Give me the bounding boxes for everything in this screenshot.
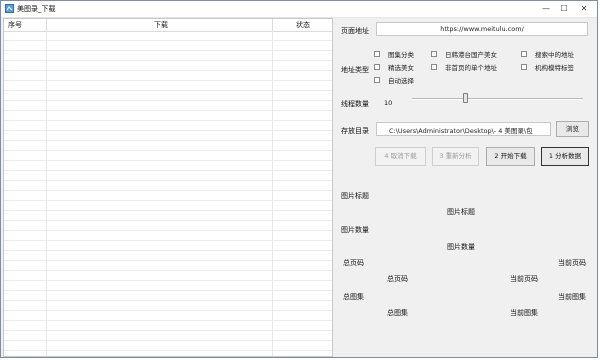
image-title-label: 图片标题 — [341, 192, 369, 200]
column-header-status[interactable]: 状态 — [296, 20, 310, 30]
app-window: 美图录_下载 — ☐ ✕ 序号 下载 状态 页面地址 https://www.m… — [0, 0, 598, 358]
address-type-label: 地址类型 — [341, 66, 369, 74]
analyze-data-button[interactable]: 1 分析数据 — [541, 147, 589, 166]
image-title-value: 图片标题 — [447, 208, 475, 216]
checkbox-category[interactable]: 图集分类 — [374, 49, 414, 59]
thread-slider-track[interactable] — [412, 98, 583, 100]
save-dir-label: 存放目录 — [341, 127, 369, 135]
cancel-download-button[interactable]: 4 取消下载 — [375, 147, 426, 166]
total-pages-label: 总页码 — [343, 259, 364, 267]
maximize-button[interactable]: ☐ — [555, 1, 573, 15]
list-rows — [4, 31, 332, 356]
checkbox-single-address[interactable]: 非首页的单个地址 — [431, 62, 497, 72]
page-url-input[interactable]: https://www.meitulu.com/ — [376, 22, 588, 36]
page-url-label: 页面地址 — [341, 27, 369, 35]
checkbox-auto-select[interactable]: 自动选择 — [374, 75, 414, 85]
thread-slider-thumb[interactable] — [463, 93, 469, 103]
current-set-label: 当前图集 — [558, 293, 586, 301]
close-button[interactable]: ✕ — [573, 1, 595, 15]
app-icon — [5, 4, 14, 13]
start-download-button[interactable]: 2 开始下载 — [486, 147, 535, 166]
column-header-index[interactable]: 序号 — [8, 20, 22, 30]
column-header-download[interactable]: 下载 — [154, 20, 168, 30]
reanalyze-button[interactable]: 3 重新分析 — [432, 147, 479, 166]
image-count-label: 图片数量 — [341, 226, 369, 234]
checkbox-org-model-tag[interactable]: 机构模特标签 — [521, 62, 574, 72]
current-page-label: 当前页码 — [558, 259, 586, 267]
checkbox-search-address[interactable]: 搜索中的地址 — [521, 49, 574, 59]
thread-count-label: 线程数量 — [341, 100, 369, 108]
current-set-value: 当前图集 — [510, 309, 538, 317]
image-count-value: 图片数量 — [447, 243, 475, 251]
download-list[interactable]: 序号 下载 状态 — [3, 18, 333, 357]
thread-count-value: 10 — [384, 99, 393, 107]
checkbox-featured[interactable]: 精选美女 — [374, 62, 414, 72]
browse-button[interactable]: 浏览 — [556, 121, 589, 137]
total-sets-value: 总图集 — [387, 309, 408, 317]
title-bar[interactable]: 美图录_下载 — ☐ ✕ — [1, 1, 597, 18]
current-page-value: 当前页码 — [510, 275, 538, 283]
minimize-button[interactable]: — — [537, 1, 555, 15]
total-sets-label: 总图集 — [343, 293, 364, 301]
window-title: 美图录_下载 — [17, 5, 56, 13]
checkbox-asian-beauty[interactable]: 日韩港台国产美女 — [431, 49, 497, 59]
save-dir-input[interactable]: C:\Users\Administrator\Desktop\- 4 美图录\包 — [376, 122, 551, 136]
total-pages-value: 总页码 — [387, 275, 408, 283]
